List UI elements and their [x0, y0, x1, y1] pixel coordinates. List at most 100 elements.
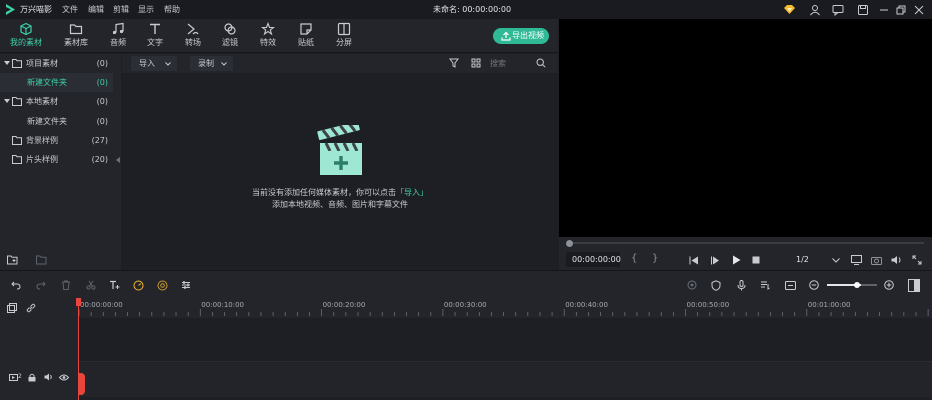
folder-count: (0): [96, 117, 108, 126]
folder-background-samples[interactable]: 背景样例 (27): [0, 131, 113, 150]
folder-icon: [12, 59, 22, 68]
module-split-screen[interactable]: 分屏: [326, 20, 362, 50]
delete-folder-icon[interactable]: [35, 254, 47, 266]
folder-box-icon: [19, 22, 33, 36]
module-library[interactable]: 素材库: [58, 20, 94, 50]
track-mute-icon[interactable]: [43, 372, 53, 382]
folder-project-media[interactable]: 项目素材 (0): [0, 54, 113, 73]
audio-mixer-icon[interactable]: [180, 279, 192, 291]
menu-help[interactable]: 帮助: [164, 0, 180, 19]
chevron-down-icon: [165, 62, 171, 66]
folder-intro-samples[interactable]: 片头样例 (20): [0, 150, 113, 169]
playhead-handle[interactable]: [76, 298, 81, 306]
color-match-icon[interactable]: [156, 279, 168, 291]
close-icon[interactable]: [911, 2, 926, 17]
track-video-icon: [9, 374, 18, 381]
module-filter[interactable]: 滤镜: [212, 20, 248, 50]
restore-icon[interactable]: [893, 2, 908, 17]
track-visibility-eye-icon[interactable]: [59, 372, 69, 382]
empty-state-line-2: 添加本地视频、音频、图片和字幕文件: [272, 200, 408, 209]
volume-icon[interactable]: [890, 254, 902, 266]
panel-layout-icon[interactable]: [907, 278, 921, 292]
fullscreen-icon[interactable]: [911, 254, 923, 266]
collapse-panel-icon[interactable]: [116, 157, 120, 163]
premium-diamond-icon[interactable]: [782, 2, 797, 17]
folder-new-folder-local[interactable]: 新建文件夹 (0): [0, 112, 113, 131]
folder-new-folder-project[interactable]: 新建文件夹 (0): [0, 73, 113, 92]
folder-name: 项目素材: [26, 59, 58, 68]
text-icon: [148, 22, 162, 36]
module-my-media[interactable]: 我的素材: [8, 20, 44, 50]
ruler-ticks: 00:00:00:00 00:00:10:00 00:00:20:00 00:00:3…: [78, 301, 929, 316]
feedback-icon[interactable]: [830, 2, 845, 17]
import-dropdown[interactable]: 导入: [131, 56, 177, 71]
menu-file[interactable]: 文件: [62, 0, 78, 19]
speed-icon[interactable]: [132, 279, 144, 291]
menu-edit[interactable]: 编辑: [88, 0, 104, 19]
empty-state-text: 当前没有添加任何媒体素材，你可以点击: [252, 188, 396, 197]
undo-icon[interactable]: [10, 279, 22, 291]
export-video-button[interactable]: 导出视频: [493, 28, 549, 44]
mark-in-icon[interactable]: {: [631, 253, 637, 264]
save-icon[interactable]: [855, 2, 870, 17]
voiceover-list-icon[interactable]: [759, 279, 771, 291]
export-label: 导出视频: [512, 31, 544, 40]
search-icon[interactable]: [535, 57, 547, 69]
menu-view[interactable]: 显示: [138, 0, 154, 19]
module-text[interactable]: 文字: [137, 20, 173, 50]
play-icon[interactable]: [730, 254, 742, 266]
grid-view-icon[interactable]: [470, 57, 482, 69]
module-sticker[interactable]: 贴纸: [288, 20, 324, 50]
menu-clip[interactable]: 剪辑: [113, 0, 129, 19]
zoom-slider-handle[interactable]: [854, 282, 860, 288]
frame-back-icon[interactable]: [709, 254, 721, 266]
filter-funnel-icon[interactable]: [448, 57, 460, 69]
preview-quality[interactable]: 1/2: [796, 255, 809, 264]
zoom-out-icon[interactable]: [808, 279, 820, 291]
folder-count: (20): [91, 155, 108, 164]
stop-icon[interactable]: [750, 254, 762, 266]
new-folder-icon[interactable]: [6, 254, 18, 266]
folder-count: (27): [91, 136, 108, 145]
snap-magnet-icon[interactable]: [784, 279, 796, 291]
playhead-bottom-handle[interactable]: [78, 373, 85, 395]
app-name: 万兴喵影: [20, 5, 52, 14]
playback-progress-track[interactable]: [569, 242, 924, 244]
delete-trash-icon[interactable]: [60, 279, 72, 291]
link-icon[interactable]: [25, 302, 37, 314]
record-label: 录制: [198, 59, 214, 68]
caret-down-icon[interactable]: [4, 99, 10, 104]
ruler-label: 00:00:20:00: [323, 301, 366, 309]
split-scissors-icon[interactable]: [85, 279, 97, 291]
export-icon: [501, 31, 511, 41]
module-audio[interactable]: 音频: [100, 20, 136, 50]
mark-out-icon[interactable]: }: [652, 253, 658, 264]
display-settings-icon[interactable]: [850, 254, 862, 266]
step-back-icon[interactable]: [688, 254, 700, 266]
chevron-down-icon[interactable]: [830, 254, 842, 266]
import-link[interactable]: 「导入」: [396, 188, 428, 197]
text-add-icon[interactable]: [108, 279, 120, 291]
module-effects[interactable]: 特效: [250, 20, 286, 50]
module-label: 分屏: [336, 38, 352, 47]
render-preview-icon[interactable]: [686, 279, 698, 291]
folder-name: 新建文件夹: [27, 117, 67, 126]
record-dropdown[interactable]: 录制: [190, 56, 233, 71]
folder-local-media[interactable]: 本地素材 (0): [0, 92, 113, 111]
module-transition[interactable]: 转场: [175, 20, 211, 50]
filter-icon: [223, 22, 237, 36]
folder-icon: [12, 155, 22, 164]
caret-down-icon[interactable]: [4, 61, 10, 66]
microphone-icon[interactable]: [735, 279, 747, 291]
track-lock-icon[interactable]: [27, 372, 37, 382]
redo-icon[interactable]: [35, 279, 47, 291]
snapshot-camera-icon[interactable]: [870, 254, 882, 266]
playback-progress-handle[interactable]: [566, 240, 573, 247]
zoom-in-icon[interactable]: [883, 279, 895, 291]
account-icon[interactable]: [807, 2, 822, 17]
add-track-icon[interactable]: [6, 302, 18, 314]
minimize-icon[interactable]: [876, 2, 891, 17]
shield-marker-icon[interactable]: [710, 279, 722, 291]
search-input[interactable]: [490, 56, 532, 70]
timeline-ruler[interactable]: 00:00:00:00 00:00:10:00 00:00:20:00 00:00:3…: [78, 298, 932, 318]
